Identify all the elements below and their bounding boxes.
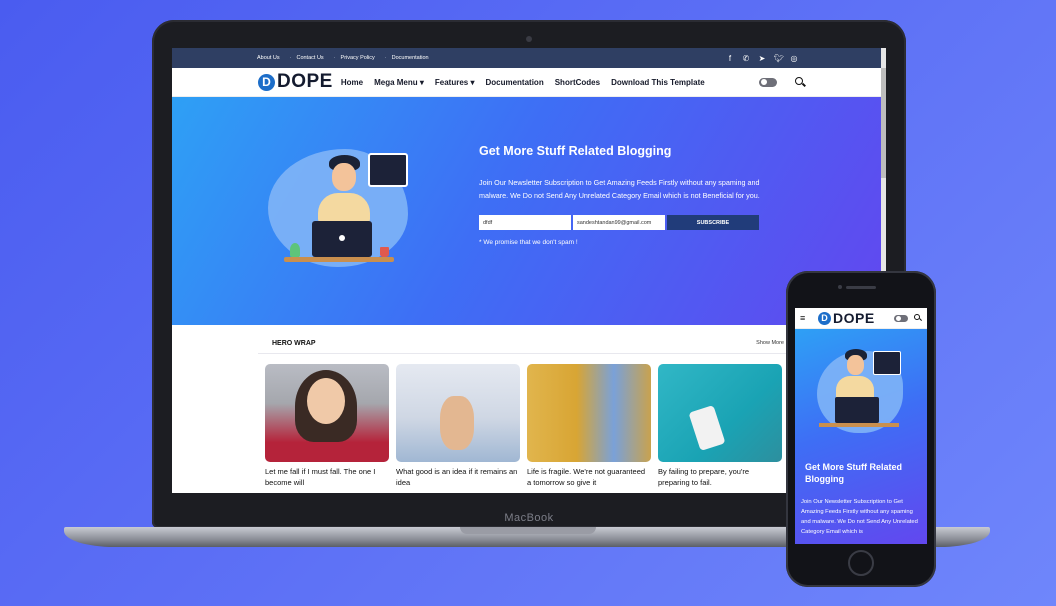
- laptop-illustration: [835, 397, 879, 423]
- laptop-notch: [460, 527, 596, 534]
- hero-description: Join Our Newsletter Subscription to Get …: [479, 178, 760, 200]
- search-icon[interactable]: [914, 314, 922, 322]
- chat-bubble-icon: [368, 153, 408, 187]
- post-title[interactable]: Let me fall if I must fall. The one I be…: [265, 466, 389, 488]
- post-card[interactable]: Life is fragile. We're not guaranteed a …: [527, 364, 651, 488]
- email-input[interactable]: [573, 215, 665, 230]
- scroll-thumb[interactable]: [881, 68, 886, 178]
- post-card[interactable]: What good is an idea if it remains an id…: [396, 364, 520, 488]
- logo-text: DOPE: [833, 310, 875, 326]
- desk-illustration: [284, 257, 394, 262]
- phone-hero: Get More Stuff Related Blogging Join Our…: [795, 329, 927, 544]
- nav-shortcodes[interactable]: ShortCodes: [555, 78, 600, 87]
- post-card[interactable]: By failing to prepare, you're preparing …: [658, 364, 782, 488]
- logo-mark: D: [818, 311, 831, 325]
- post-cards: Let me fall if I must fall. The one I be…: [258, 354, 792, 488]
- post-image-woman-smiling[interactable]: [265, 364, 389, 462]
- telegram-icon[interactable]: ➤: [758, 54, 766, 63]
- dark-mode-toggle[interactable]: [894, 314, 908, 322]
- post-card[interactable]: Let me fall if I must fall. The one I be…: [265, 364, 389, 488]
- laptop-screen: About Us Contact Us Privacy Policy Docum…: [172, 48, 886, 493]
- post-title[interactable]: What good is an idea if it remains an id…: [396, 466, 520, 488]
- phone-nav: ≡ D DOPE: [795, 308, 927, 329]
- dark-mode-toggle[interactable]: [758, 77, 777, 87]
- post-title[interactable]: Life is fragile. We're not guaranteed a …: [527, 466, 651, 488]
- person-head: [332, 163, 356, 191]
- nav-features[interactable]: Features ▾: [435, 78, 475, 87]
- section-title: HERO WRAP: [272, 339, 316, 347]
- camera: [526, 36, 532, 42]
- logo-mark: D: [258, 73, 275, 91]
- post-image-street[interactable]: [527, 364, 651, 462]
- top-link-privacy[interactable]: Privacy Policy: [329, 55, 380, 61]
- nav-home[interactable]: Home: [341, 78, 363, 87]
- subscribe-button[interactable]: SUBSCRIBE: [667, 215, 759, 230]
- subscribe-form: SUBSCRIBE: [479, 215, 759, 230]
- post-title[interactable]: By failing to prepare, you're preparing …: [658, 466, 782, 488]
- cup-illustration: [380, 247, 389, 257]
- hero-title: Get More Stuff Related Blogging: [479, 144, 672, 158]
- search-icon[interactable]: [794, 77, 805, 87]
- phone-shape: [688, 404, 726, 452]
- facebook-icon[interactable]: f: [726, 54, 734, 63]
- nav-documentation[interactable]: Documentation: [485, 78, 543, 87]
- person-body: [318, 193, 370, 223]
- newsletter-hero: Get More Stuff Related Blogging Join Our…: [172, 97, 886, 325]
- nav-links: Home Mega Menu ▾ Features ▾ Documentatio…: [341, 78, 705, 87]
- nav-download-template[interactable]: Download This Template: [611, 78, 705, 87]
- social-links: f ✆ ➤ 🐦︎ ◎: [726, 54, 878, 63]
- menu-icon[interactable]: ≡: [800, 313, 810, 323]
- twitter-icon[interactable]: 🐦︎: [774, 54, 784, 63]
- top-bar: About Us Contact Us Privacy Policy Docum…: [172, 48, 886, 68]
- show-more-link[interactable]: Show More: [756, 340, 784, 346]
- instagram-icon[interactable]: ◎: [790, 54, 798, 63]
- top-link-documentation[interactable]: Documentation: [380, 55, 434, 61]
- home-button[interactable]: [848, 550, 874, 576]
- laptop-illustration: [312, 221, 372, 257]
- phone-hero-title: Get More Stuff Related Blogging: [805, 462, 903, 484]
- person-head: [847, 355, 864, 375]
- desk-illustration: [819, 423, 899, 427]
- whatsapp-icon[interactable]: ✆: [742, 54, 750, 63]
- phone: ≡ D DOPE Get More Stuff Related Blogging…: [786, 271, 936, 587]
- name-input[interactable]: [479, 215, 571, 230]
- plant-illustration: [290, 243, 300, 257]
- phone-logo[interactable]: D DOPE: [818, 310, 875, 326]
- phone-speaker: [846, 286, 876, 289]
- top-links: About Us Contact Us Privacy Policy Docum…: [252, 55, 434, 61]
- main-nav: D DOPE Home Mega Menu ▾ Features ▾ Docum…: [172, 68, 886, 97]
- top-link-contact[interactable]: Contact Us: [285, 55, 329, 61]
- chat-bubble-icon: [873, 351, 901, 375]
- post-image-phone[interactable]: [658, 364, 782, 462]
- no-spam-note: * We promise that we don't spam !: [479, 239, 578, 246]
- hero-wrap-section: HERO WRAP Show More Let me fall if I mus…: [258, 333, 792, 493]
- post-image-beach[interactable]: [396, 364, 520, 462]
- top-link-about[interactable]: About Us: [252, 55, 285, 61]
- logo-text: DOPE: [277, 71, 333, 92]
- section-header: HERO WRAP Show More: [258, 333, 792, 354]
- phone-camera: [838, 285, 842, 289]
- figure-shape: [440, 396, 474, 450]
- phone-screen: ≡ D DOPE Get More Stuff Related Blogging…: [795, 308, 927, 544]
- site-logo[interactable]: D DOPE: [258, 71, 333, 93]
- face-shape: [307, 378, 345, 424]
- phone-hero-description: Join Our Newsletter Subscription to Get …: [801, 499, 918, 535]
- nav-mega-menu[interactable]: Mega Menu ▾: [374, 78, 424, 87]
